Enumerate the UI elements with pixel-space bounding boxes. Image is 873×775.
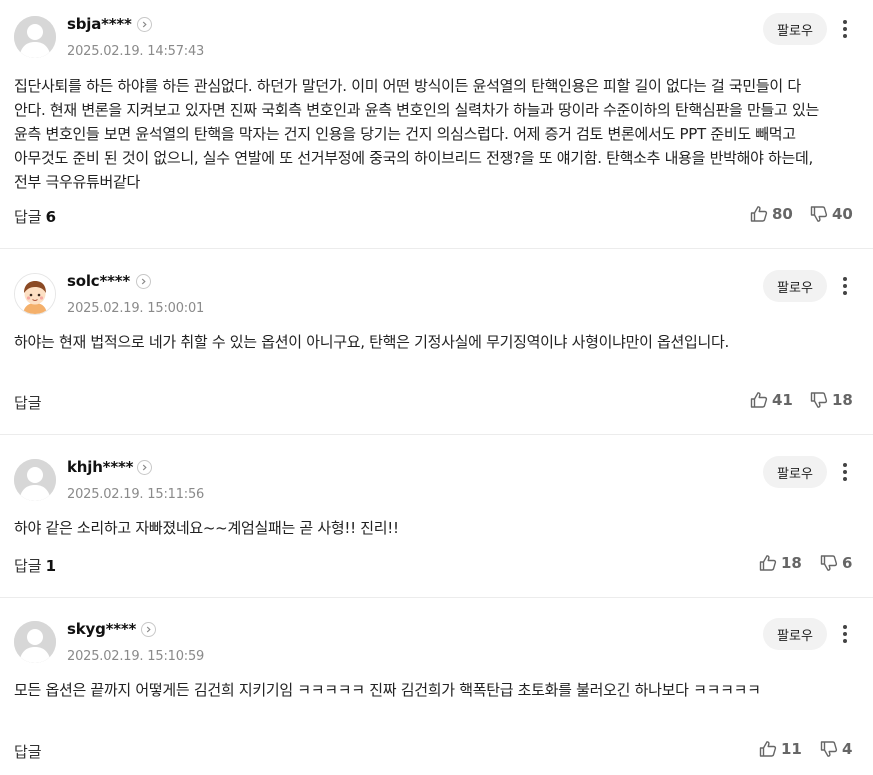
comment-body: 하야는 현재 법적으로 네가 취할 수 있는 옵션이 아니구요, 탄핵은 기정사… xyxy=(14,333,730,351)
dislike-button[interactable]: 40 xyxy=(810,205,853,223)
default-avatar-icon[interactable] xyxy=(14,16,56,58)
comment-username[interactable]: skyg**** xyxy=(67,620,136,638)
comment-timestamp: 2025.02.19. 15:11:56 xyxy=(67,487,205,502)
thumbs-up-icon xyxy=(759,741,777,757)
follow-button[interactable]: 팔로우 xyxy=(763,13,827,45)
reply-button[interactable]: 답글 6 xyxy=(14,206,56,227)
dislike-count: 6 xyxy=(842,554,853,572)
more-options-icon[interactable] xyxy=(836,620,854,648)
thumbs-up-icon xyxy=(750,392,768,408)
dislike-button[interactable]: 4 xyxy=(820,740,852,758)
chevron-right-icon[interactable] xyxy=(137,460,152,475)
like-button[interactable]: 18 xyxy=(759,554,802,572)
like-count: 18 xyxy=(781,554,802,572)
dislike-count: 40 xyxy=(832,205,853,223)
reply-label: 답글 xyxy=(14,557,42,575)
thumbs-down-icon xyxy=(810,206,828,222)
reply-label: 답글 xyxy=(14,208,42,226)
follow-button[interactable]: 팔로우 xyxy=(763,270,827,302)
comment-item: solc**** 2025.02.19. 15:00:01 팔로우 하야는 현재… xyxy=(0,257,873,435)
dislike-button[interactable]: 6 xyxy=(820,554,852,572)
like-button[interactable]: 41 xyxy=(750,391,793,409)
cartoon-avatar-icon[interactable] xyxy=(14,273,56,315)
comment-username[interactable]: solc**** xyxy=(67,272,130,290)
comment-username[interactable]: sbja**** xyxy=(67,15,132,33)
comment-item: skyg**** 2025.02.19. 15:10:59 팔로우 모든 옵션은… xyxy=(0,605,873,775)
dislike-count: 4 xyxy=(842,740,853,758)
comment-timestamp: 2025.02.19. 14:57:43 xyxy=(67,44,205,59)
reply-label: 답글 xyxy=(14,394,42,412)
thumbs-down-icon xyxy=(820,741,838,757)
comment-body: 하야 같은 소리하고 자빠졌네요~~계엄실패는 곧 사형!! 진리!! xyxy=(14,519,399,537)
comment-username[interactable]: khjh**** xyxy=(67,458,133,476)
comment-timestamp: 2025.02.19. 15:00:01 xyxy=(67,301,205,316)
reply-count: 1 xyxy=(45,557,57,575)
like-count: 11 xyxy=(781,740,802,758)
comment-item: sbja**** 2025.02.19. 14:57:43 팔로우 집단사퇴를 … xyxy=(0,0,873,249)
comment-timestamp: 2025.02.19. 15:10:59 xyxy=(67,649,205,664)
like-button[interactable]: 80 xyxy=(750,205,793,223)
thumbs-down-icon xyxy=(820,555,838,571)
reply-label: 답글 xyxy=(14,743,42,761)
like-button[interactable]: 11 xyxy=(759,740,802,758)
more-options-icon[interactable] xyxy=(836,458,854,486)
reply-button[interactable]: 답글 xyxy=(14,392,46,413)
reply-count: 6 xyxy=(45,208,57,226)
thumbs-up-icon xyxy=(759,555,777,571)
reply-button[interactable]: 답글 1 xyxy=(14,555,56,576)
dislike-count: 18 xyxy=(832,391,853,409)
chevron-right-icon[interactable] xyxy=(137,17,152,32)
thumbs-up-icon xyxy=(750,206,768,222)
more-options-icon[interactable] xyxy=(836,272,854,300)
comment-body: 모든 옵션은 끝까지 어떻게든 김건희 지키기임 ㅋㅋㅋㅋㅋ 진짜 김건희가 핵… xyxy=(14,681,761,699)
chevron-right-icon[interactable] xyxy=(136,274,151,289)
reply-button[interactable]: 답글 xyxy=(14,741,46,762)
default-avatar-icon[interactable] xyxy=(14,621,56,663)
more-options-icon[interactable] xyxy=(836,15,854,43)
thumbs-down-icon xyxy=(810,392,828,408)
comment-item: khjh**** 2025.02.19. 15:11:56 팔로우 하야 같은 … xyxy=(0,443,873,598)
follow-button[interactable]: 팔로우 xyxy=(763,456,827,488)
like-count: 41 xyxy=(772,391,793,409)
dislike-button[interactable]: 18 xyxy=(810,391,853,409)
follow-button[interactable]: 팔로우 xyxy=(763,618,827,650)
default-avatar-icon[interactable] xyxy=(14,459,56,501)
comment-list: sbja**** 2025.02.19. 14:57:43 팔로우 집단사퇴를 … xyxy=(0,0,873,775)
comment-body: 집단사퇴를 하든 하야를 하든 관심없다. 하던가 말던가. 이미 어떤 방식이… xyxy=(14,77,819,191)
like-count: 80 xyxy=(772,205,793,223)
chevron-right-icon[interactable] xyxy=(141,622,156,637)
